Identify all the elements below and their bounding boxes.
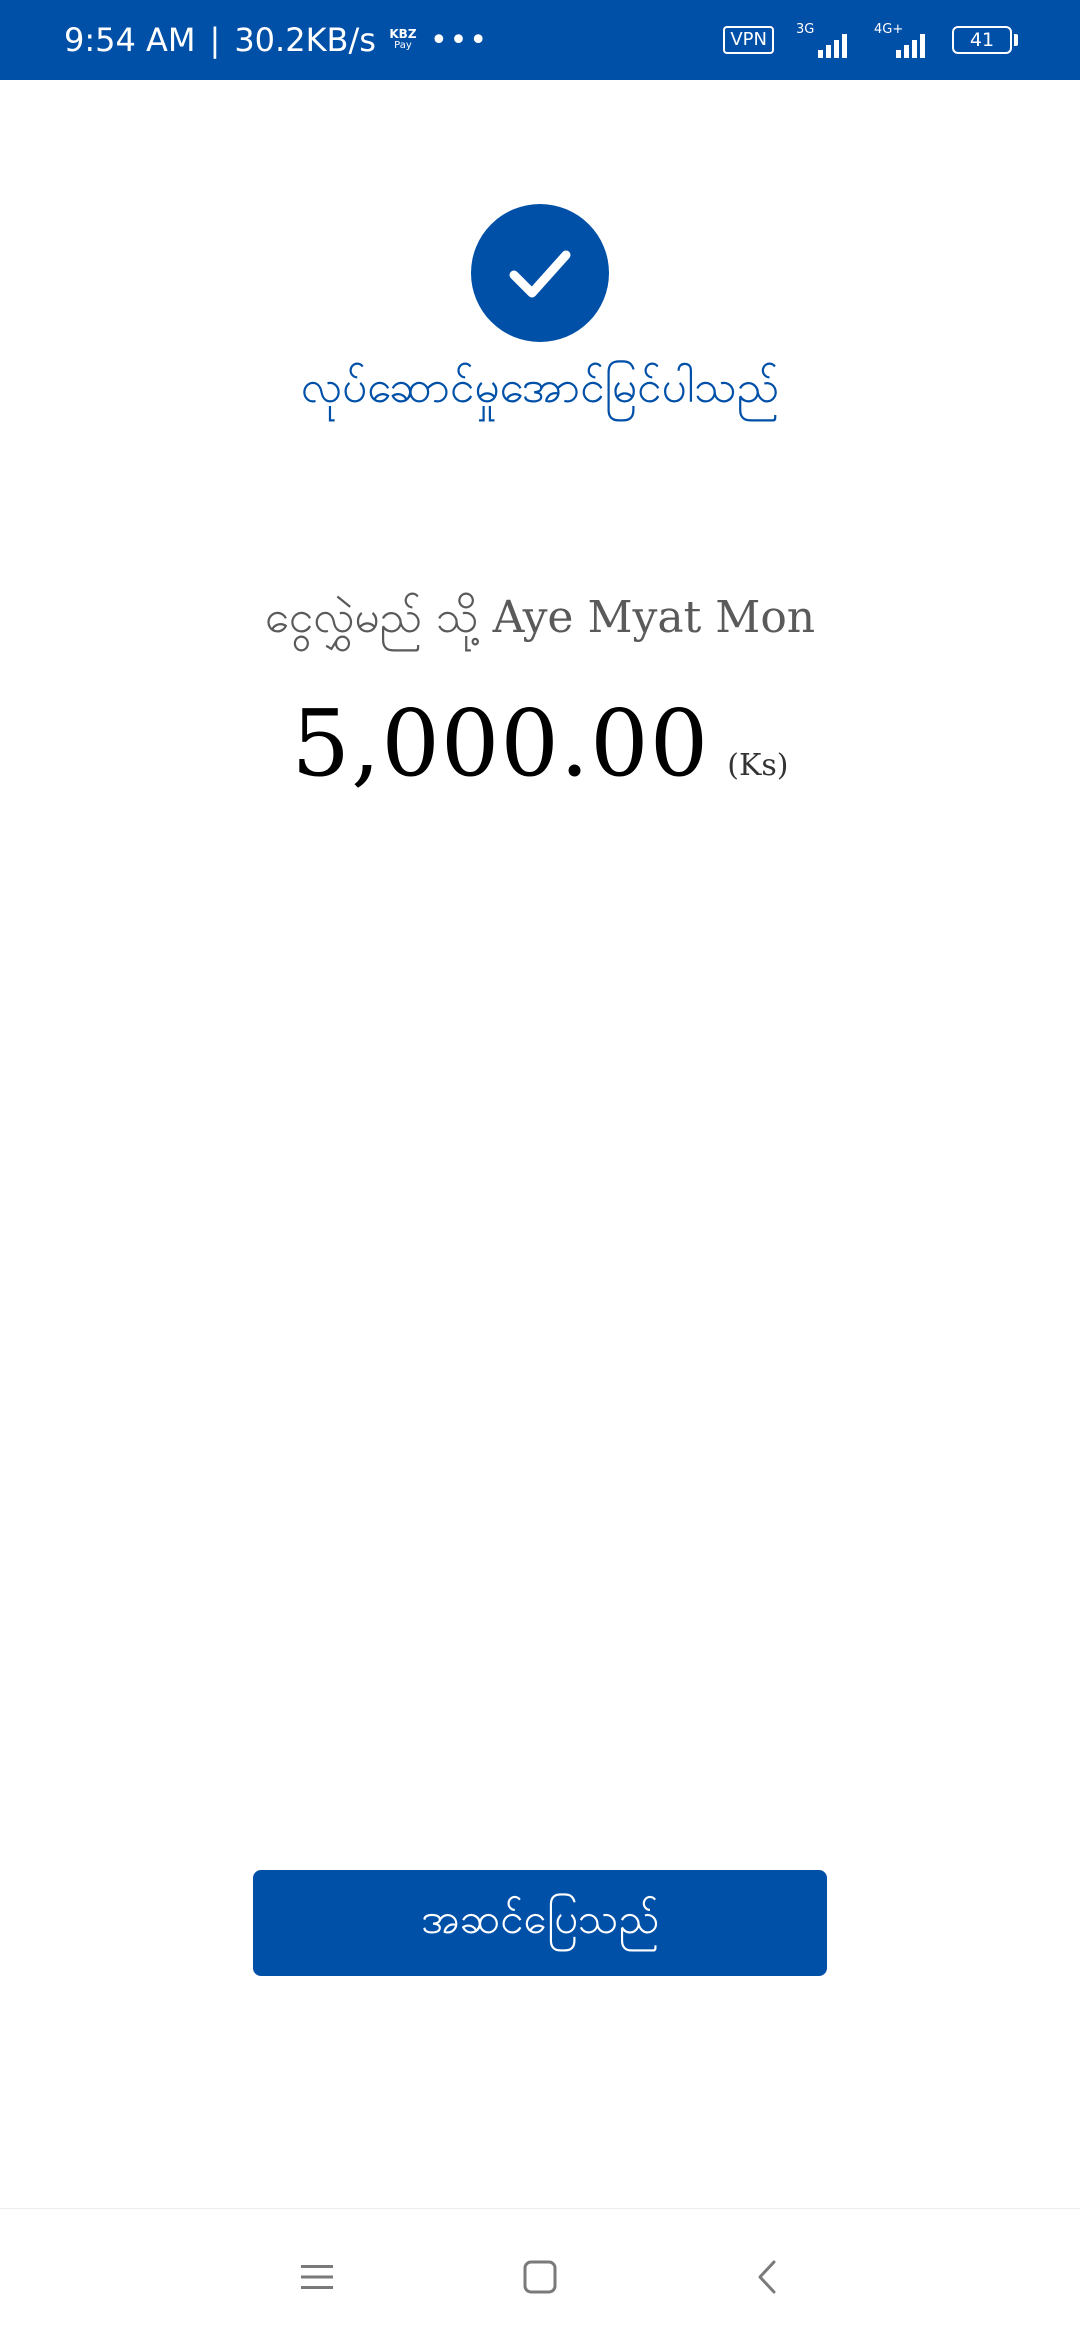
amount-row: 5,000.00 (Ks) <box>0 690 1080 797</box>
status-separator: | <box>209 21 221 59</box>
success-title: လုပ်ဆောင်မှုအောင်မြင်ပါသည် <box>300 362 780 413</box>
network-type-1: 3G <box>796 22 815 37</box>
kbz-badge-text: KBZ <box>389 27 417 41</box>
back-chevron-icon[interactable] <box>739 2249 795 2305</box>
recipient-line: ငွေလွှဲမည် သို့ Aye Myat Mon <box>0 590 1080 654</box>
vpn-icon: VPN <box>723 26 774 54</box>
transfer-to-label: ငွေလွှဲမည် သို့ <box>264 592 479 643</box>
signal-3g-icon: 3G <box>796 22 852 58</box>
more-notifications-icon: ••• <box>429 22 490 58</box>
home-square-icon[interactable] <box>512 2249 568 2305</box>
battery-icon: 41 <box>952 26 1018 54</box>
battery-tip <box>1014 34 1018 46</box>
navigation-bar <box>0 2208 1080 2340</box>
status-left: 9:54 AM | 30.2KB/s KBZ Pay ••• <box>64 21 489 59</box>
amount-value: 5,000.00 <box>291 690 710 797</box>
done-button[interactable]: အဆင်ပြေသည် <box>253 1870 827 1976</box>
kbzpay-notification-icon: KBZ Pay <box>386 28 420 52</box>
network-speed: 30.2KB/s <box>234 21 376 59</box>
status-bar: 9:54 AM | 30.2KB/s KBZ Pay ••• VPN 3G 4G… <box>0 0 1080 80</box>
kbz-badge-sub: Pay <box>394 40 412 51</box>
signal-4g-icon: 4G+ <box>874 22 930 58</box>
recipient-name: Aye Myat Mon <box>492 592 816 643</box>
status-right: VPN 3G 4G+ 41 <box>723 22 1018 58</box>
transfer-success-screen: 9:54 AM | 30.2KB/s KBZ Pay ••• VPN 3G 4G… <box>0 0 1080 2340</box>
amount-currency: (Ks) <box>727 748 789 783</box>
battery-level: 41 <box>952 26 1012 54</box>
menu-icon[interactable] <box>289 2249 345 2305</box>
status-time: 9:54 AM <box>64 21 196 59</box>
check-icon <box>471 204 609 342</box>
